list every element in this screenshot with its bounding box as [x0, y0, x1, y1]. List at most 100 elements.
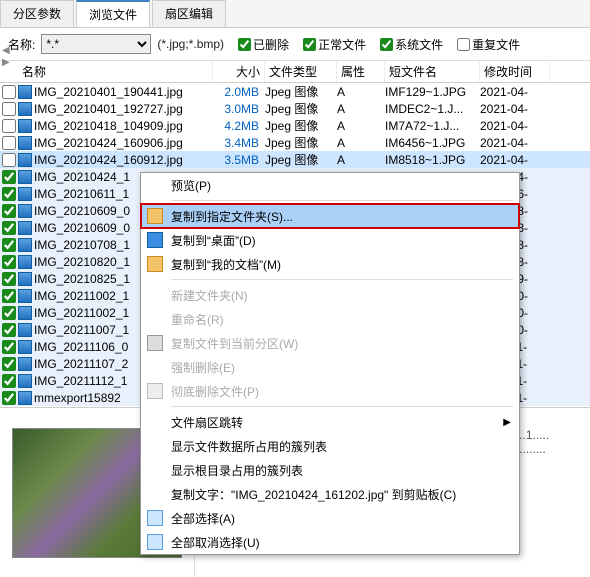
file-icon: [18, 102, 32, 116]
tab-browse[interactable]: 浏览文件: [76, 0, 150, 27]
hex-ascii-2: .........: [516, 442, 546, 456]
tab-partition[interactable]: 分区参数: [0, 0, 74, 27]
select-all-icon: [147, 510, 163, 526]
file-icon: [18, 204, 32, 218]
tab-sector[interactable]: 扇区编辑: [152, 0, 226, 27]
row-checkbox[interactable]: [2, 102, 16, 116]
menu-perm-delete: 彻底删除文件(P): [141, 379, 519, 403]
row-checkbox[interactable]: [2, 323, 16, 337]
file-size: 3.5MB: [213, 153, 265, 167]
menu-copy-text[interactable]: 复制文字："IMG_20210424_161202.jpg" 到剪贴板(C): [141, 482, 519, 506]
col-date[interactable]: 修改时间: [480, 61, 550, 82]
file-icon: [18, 153, 32, 167]
row-checkbox[interactable]: [2, 170, 16, 184]
documents-icon: [147, 256, 163, 272]
desktop-icon: [147, 232, 163, 248]
col-type[interactable]: 文件类型: [265, 61, 337, 82]
row-checkbox[interactable]: [2, 374, 16, 388]
row-checkbox[interactable]: [2, 255, 16, 269]
row-checkbox[interactable]: [2, 289, 16, 303]
row-checkbox[interactable]: [2, 85, 16, 99]
nav-fwd-icon[interactable]: ▶: [2, 58, 10, 68]
row-checkbox[interactable]: [2, 136, 16, 150]
file-short: IMF129~1.JPG: [385, 85, 480, 99]
file-icon: [18, 255, 32, 269]
row-checkbox[interactable]: [2, 187, 16, 201]
file-icon: [18, 289, 32, 303]
deselect-all-icon: [147, 534, 163, 550]
row-checkbox[interactable]: [2, 119, 16, 133]
file-date: 2021-04-: [480, 85, 550, 99]
file-short: IM7A72~1.J...: [385, 119, 480, 133]
row-checkbox[interactable]: [2, 238, 16, 252]
file-icon: [18, 136, 32, 150]
col-attr[interactable]: 属性: [337, 61, 385, 82]
hex-ascii-1: ...1.....: [516, 428, 549, 442]
filter-bar: 名称: *.* (*.jpg;*.bmp) 已删除 正常文件 系统文件 重复文件: [0, 28, 590, 61]
file-icon: [18, 272, 32, 286]
chk-normal[interactable]: 正常文件: [303, 36, 366, 53]
menu-root-cluster[interactable]: 显示根目录占用的簇列表: [141, 458, 519, 482]
chk-deleted[interactable]: 已删除: [238, 36, 289, 53]
col-size[interactable]: 大小: [213, 61, 265, 82]
file-icon: [18, 170, 32, 184]
menu-deselect-all[interactable]: 全部取消选择(U): [141, 530, 519, 554]
file-size: 3.0MB: [213, 102, 265, 116]
row-checkbox[interactable]: [2, 204, 16, 218]
col-short[interactable]: 短文件名: [385, 61, 480, 82]
col-name[interactable]: 名称: [18, 61, 213, 82]
file-short: IM8518~1.JPG: [385, 153, 480, 167]
chevron-right-icon: ▶: [503, 417, 511, 428]
row-checkbox[interactable]: [2, 340, 16, 354]
menu-copy-docs[interactable]: 复制到“我的文档”(M): [141, 252, 519, 276]
file-date: 2021-04-: [480, 119, 550, 133]
row-checkbox[interactable]: [2, 221, 16, 235]
chk-dup[interactable]: 重复文件: [457, 36, 520, 53]
file-type: Jpeg 图像: [265, 151, 337, 168]
menu-new-folder: 新建文件夹(N): [141, 283, 519, 307]
table-row[interactable]: IMG_20210424_160912.jpg3.5MBJpeg 图像AIM85…: [0, 151, 590, 168]
copy-icon: [147, 335, 163, 351]
file-icon: [18, 221, 32, 235]
file-name: IMG_20210418_104909.jpg: [34, 119, 213, 133]
menu-sector-jump[interactable]: 文件扇区跳转▶: [141, 410, 519, 434]
menu-copy-desktop[interactable]: 复制到“桌面”(D): [141, 228, 519, 252]
file-date: 2021-04-: [480, 102, 550, 116]
file-icon: [18, 357, 32, 371]
grid-header: 名称 大小 文件类型 属性 短文件名 修改时间: [0, 61, 590, 83]
file-name: IMG_20210424_160906.jpg: [34, 136, 213, 150]
row-checkbox[interactable]: [2, 357, 16, 371]
menu-copy-to[interactable]: 复制到指定文件夹(S)...: [141, 204, 519, 228]
name-label: 名称:: [8, 36, 35, 53]
row-checkbox[interactable]: [2, 153, 16, 167]
row-checkbox[interactable]: [2, 391, 16, 405]
table-row[interactable]: IMG_20210418_104909.jpg4.2MBJpeg 图像AIM7A…: [0, 117, 590, 134]
table-row[interactable]: IMG_20210401_192727.jpg3.0MBJpeg 图像AIMDE…: [0, 100, 590, 117]
row-checkbox[interactable]: [2, 272, 16, 286]
nav-arrows: ◀ ▶: [2, 46, 10, 68]
chk-system[interactable]: 系统文件: [380, 36, 443, 53]
nav-back-icon[interactable]: ◀: [2, 46, 10, 56]
file-type: Jpeg 图像: [265, 100, 337, 117]
menu-select-all[interactable]: 全部选择(A): [141, 506, 519, 530]
delete-icon: [147, 383, 163, 399]
file-type: Jpeg 图像: [265, 134, 337, 151]
name-filter-select[interactable]: *.*: [41, 34, 151, 54]
folder-icon: [147, 208, 163, 224]
file-attr: A: [337, 119, 385, 133]
file-date: 2021-04-: [480, 136, 550, 150]
file-size: 4.2MB: [213, 119, 265, 133]
file-attr: A: [337, 85, 385, 99]
table-row[interactable]: IMG_20210424_160906.jpg3.4MBJpeg 图像AIM64…: [0, 134, 590, 151]
file-icon: [18, 391, 32, 405]
file-name: IMG_20210424_160912.jpg: [34, 153, 213, 167]
tab-bar: 分区参数 浏览文件 扇区编辑: [0, 0, 590, 28]
row-checkbox[interactable]: [2, 306, 16, 320]
file-attr: A: [337, 102, 385, 116]
file-type: Jpeg 图像: [265, 83, 337, 100]
menu-cluster-list[interactable]: 显示文件数据所占用的簇列表: [141, 434, 519, 458]
table-row[interactable]: IMG_20210401_190441.jpg2.0MBJpeg 图像AIMF1…: [0, 83, 590, 100]
menu-preview[interactable]: 预览(P): [141, 173, 519, 197]
file-name: IMG_20210401_190441.jpg: [34, 85, 213, 99]
file-size: 3.4MB: [213, 136, 265, 150]
